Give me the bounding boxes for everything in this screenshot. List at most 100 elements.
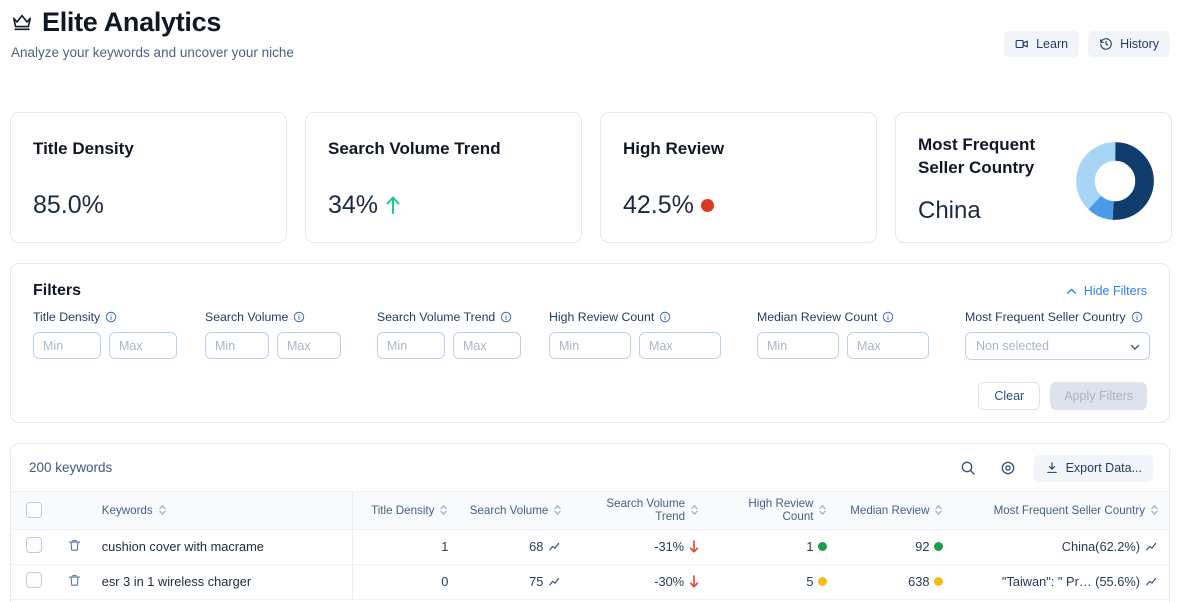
header-label: High Review Count xyxy=(748,497,814,524)
table-toolbar: 200 keywords Export Data... xyxy=(11,444,1169,492)
select-all-checkbox[interactable] xyxy=(25,502,42,519)
header-most-frequent-seller-country[interactable]: Most Frequent Seller Country xyxy=(953,492,1169,530)
search-volume-trend-min-input[interactable] xyxy=(377,332,445,359)
crown-icon xyxy=(12,14,32,31)
filter-label: Most Frequent Seller Country xyxy=(965,309,1155,325)
minmax-inputs xyxy=(549,332,757,359)
sparkline-icon[interactable] xyxy=(1145,575,1159,589)
seller-country-donut-chart xyxy=(1076,142,1154,220)
row-keyword: esr 3 in 1 wireless charger xyxy=(91,564,354,599)
table-row[interactable]: esr 3 in 1 wireless charger 0 75 -30% 5 … xyxy=(11,564,1169,599)
header-search-volume[interactable]: Search Volume xyxy=(458,492,573,530)
title-row: Elite Analytics xyxy=(11,6,221,38)
row-search-volume-cell: 75 xyxy=(458,564,572,599)
sparkline-icon[interactable] xyxy=(548,575,562,589)
sort-icon xyxy=(819,505,827,516)
row-title-density: 1 xyxy=(441,539,449,554)
trash-icon[interactable] xyxy=(67,538,82,553)
apply-filters-button[interactable]: Apply Filters xyxy=(1050,382,1147,410)
median-review-count-min-input[interactable] xyxy=(757,332,839,359)
filter-label-text: Title Density xyxy=(33,310,101,324)
title-density-max-input[interactable] xyxy=(109,332,177,359)
gear-icon xyxy=(1001,461,1014,475)
row-search-volume-trend-cell: -30% xyxy=(572,564,709,599)
info-icon[interactable] xyxy=(500,311,512,323)
info-icon[interactable] xyxy=(659,311,671,323)
median-review-count-max-input[interactable] xyxy=(847,332,929,359)
history-button[interactable]: History xyxy=(1088,31,1170,57)
header-label: Median Review xyxy=(850,503,930,517)
minmax-inputs xyxy=(377,332,549,359)
header-median-review[interactable]: Median Review xyxy=(837,492,954,530)
filter-label: Search Volume xyxy=(205,309,377,325)
header-search-volume-trend[interactable]: Search Volume Trend xyxy=(572,492,710,530)
header-keywords[interactable]: Keywords xyxy=(91,492,354,530)
table-settings-button[interactable] xyxy=(994,454,1022,482)
clear-filters-button[interactable]: Clear xyxy=(978,382,1041,410)
sparkline-icon[interactable] xyxy=(1145,540,1159,554)
header-select-all xyxy=(11,492,57,530)
chevron-up-icon xyxy=(1066,288,1076,294)
filter-group-search-volume: Search Volume xyxy=(205,309,377,360)
info-icon[interactable] xyxy=(293,311,305,323)
arrow-up-icon xyxy=(386,196,400,214)
row-seller-country-cell: China(62.2%) xyxy=(953,529,1169,564)
high-review-count-max-input[interactable] xyxy=(639,332,721,359)
sort-icon xyxy=(935,505,943,516)
table-toolbar-actions: Export Data... xyxy=(954,454,1153,482)
card-value: 85.0% xyxy=(33,191,104,219)
info-icon[interactable] xyxy=(105,311,117,323)
table-row[interactable]: cushion cover with macrame 1 68 -31% 1 9… xyxy=(11,529,1169,564)
table-head: Keywords Title Density Search Volume Sea… xyxy=(11,492,1169,530)
row-search-volume-cell: 68 xyxy=(458,529,572,564)
page-subtitle: Analyze your keywords and uncover your n… xyxy=(11,45,294,60)
info-icon[interactable] xyxy=(1131,311,1143,323)
row-checkbox[interactable] xyxy=(25,572,42,588)
filter-label-text: Search Volume xyxy=(205,310,289,324)
trash-icon[interactable] xyxy=(67,573,82,588)
row-seller-country: China(62.2%) xyxy=(1061,539,1140,554)
title-density-min-input[interactable] xyxy=(33,332,101,359)
row-delete-cell xyxy=(57,529,92,564)
history-label: History xyxy=(1120,37,1159,51)
search-volume-min-input[interactable] xyxy=(205,332,269,359)
filter-label-text: Most Frequent Seller Country xyxy=(965,310,1126,324)
hide-filters-label: Hide Filters xyxy=(1083,284,1147,298)
export-data-button[interactable]: Export Data... xyxy=(1033,454,1153,482)
row-median-review: 92 xyxy=(915,539,930,554)
row-seller-country-cell: "Taiwan": " Pr… (55.6%) xyxy=(953,564,1169,599)
row-checkbox[interactable] xyxy=(25,537,42,553)
row-high-review-count: 1 xyxy=(806,539,814,554)
header-label: Search Volume xyxy=(469,503,549,517)
card-title: Title Density xyxy=(33,139,134,158)
seller-country-select[interactable]: Non selected xyxy=(965,332,1150,360)
hide-filters-button[interactable]: Hide Filters xyxy=(1065,284,1147,298)
header-title-density[interactable]: Title Density xyxy=(352,492,459,530)
card-value-wrap: China xyxy=(918,195,981,227)
sort-icon xyxy=(554,505,561,516)
metric-card-title-density: Title Density 85.0% xyxy=(10,112,287,243)
learn-label: Learn xyxy=(1036,37,1069,51)
keywords-table-card: 200 keywords Export Data... Keywords Tit… xyxy=(10,443,1170,602)
sort-icon xyxy=(691,505,698,516)
sort-icon xyxy=(1151,505,1158,516)
arrow-down-icon xyxy=(689,575,699,588)
card-title: High Review xyxy=(623,139,725,158)
high-review-count-min-input[interactable] xyxy=(549,332,631,359)
row-seller-country: "Taiwan": " Pr… (55.6%) xyxy=(1001,574,1140,589)
download-icon xyxy=(1046,462,1057,473)
row-select-cell xyxy=(11,564,57,599)
row-median-review: 638 xyxy=(908,574,930,589)
info-icon[interactable] xyxy=(882,311,894,323)
row-high-review-count-cell: 1 xyxy=(709,529,837,564)
learn-button[interactable]: Learn xyxy=(1004,31,1080,57)
filter-label: Median Review Count xyxy=(757,309,965,325)
sort-icon xyxy=(440,505,448,516)
header-high-review-count[interactable]: High Review Count xyxy=(709,492,838,530)
header-label: Keywords xyxy=(101,503,153,517)
search-volume-max-input[interactable] xyxy=(277,332,341,359)
elite-analytics-page: Elite Analytics Analyze your keywords an… xyxy=(0,0,1200,602)
search-volume-trend-max-input[interactable] xyxy=(453,332,521,359)
sparkline-icon[interactable] xyxy=(548,540,562,554)
search-button[interactable] xyxy=(954,454,982,482)
